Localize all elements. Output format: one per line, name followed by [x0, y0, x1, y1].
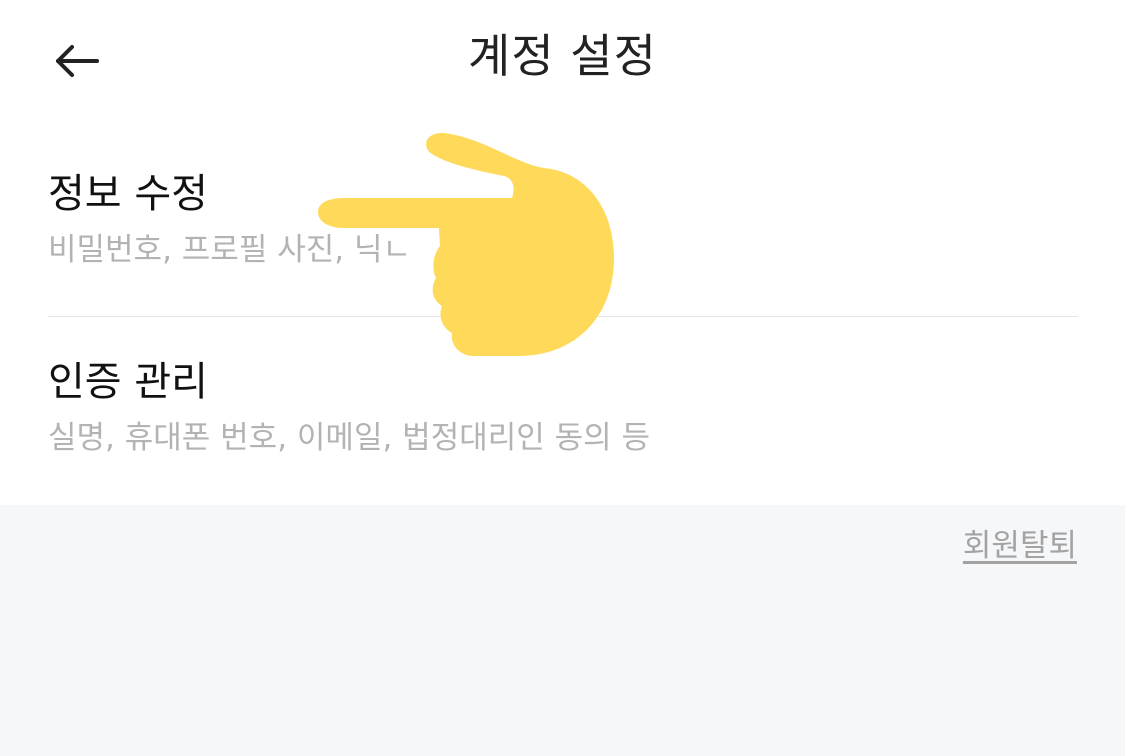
page-title: 계정 설정 — [468, 29, 657, 83]
account-settings-screen: 계정 설정 정보 수정 비밀번호, 프로필 사진, 닉ㄴ 인증 관리 실명, 휴… — [0, 0, 1125, 756]
settings-panel: 계정 설정 정보 수정 비밀번호, 프로필 사진, 닉ㄴ 인증 관리 실명, 휴… — [0, 0, 1125, 505]
menu-item-description: 비밀번호, 프로필 사진, 닉ㄴ — [48, 232, 411, 268]
menu-item-auth-management[interactable]: 인증 관리 실명, 휴대폰 번호, 이메일, 법정대리인 동의 등 — [48, 356, 1078, 486]
menu-item-edit-info[interactable]: 정보 수정 비밀번호, 프로필 사진, 닉ㄴ — [48, 168, 1078, 317]
menu-item-title: 정보 수정 — [48, 171, 208, 217]
menu-item-title: 인증 관리 — [48, 359, 208, 405]
menu-item-description: 실명, 휴대폰 번호, 이메일, 법정대리인 동의 등 — [48, 420, 651, 456]
header: 계정 설정 — [0, 0, 1125, 120]
withdraw-link[interactable]: 회원탈퇴 — [963, 524, 1077, 568]
